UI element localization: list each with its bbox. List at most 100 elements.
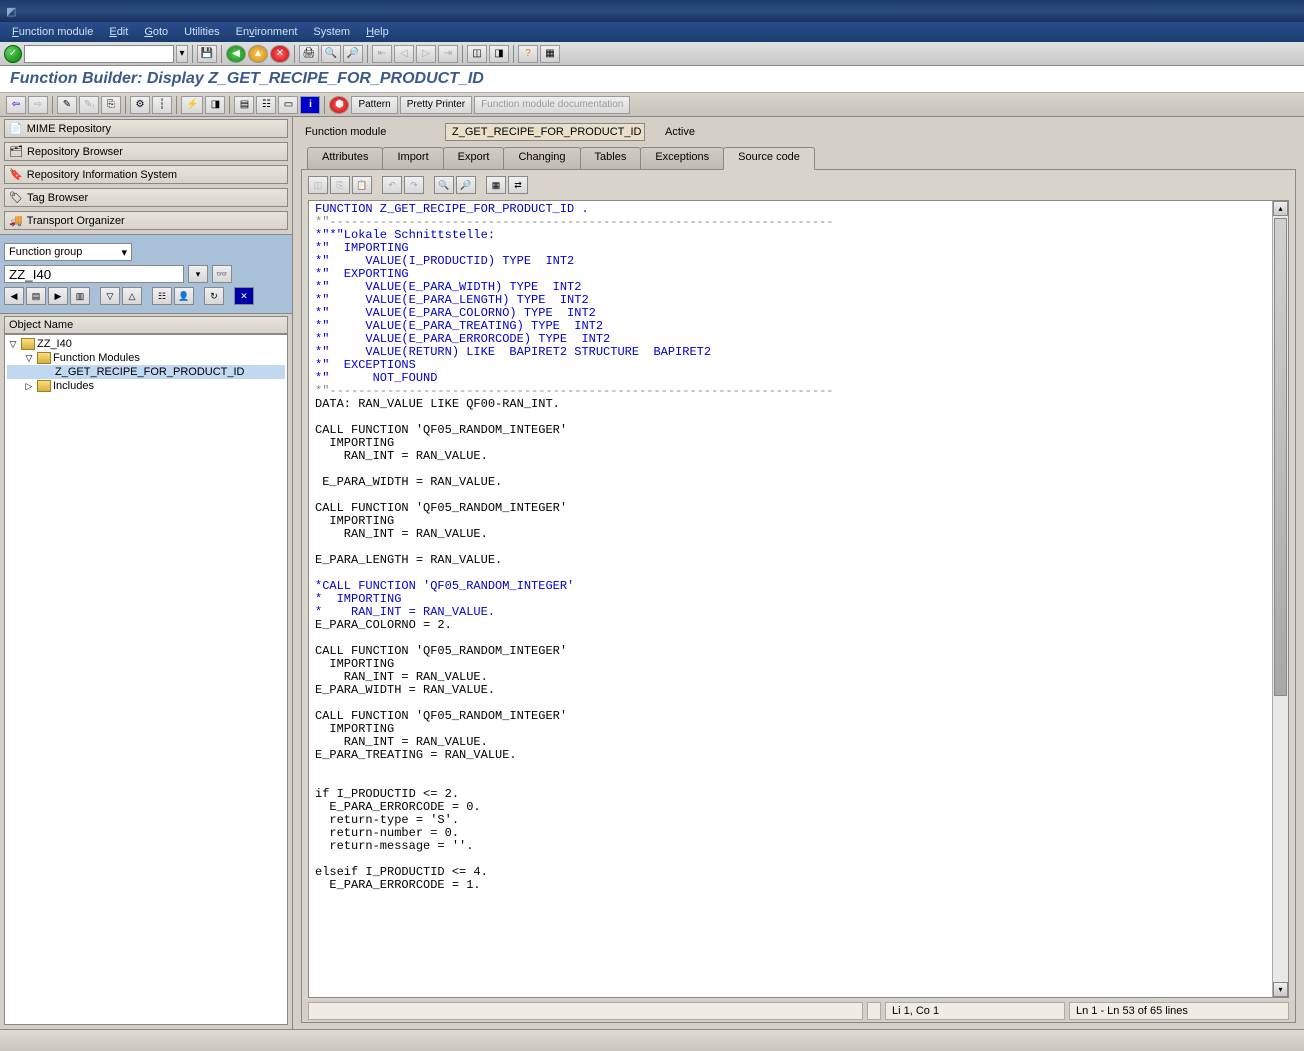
- hierarchy-button[interactable]: ☷: [256, 96, 276, 114]
- print-button[interactable]: 🖨: [299, 45, 319, 63]
- inactive-active-toggle[interactable]: ✎ᵢ: [79, 96, 99, 114]
- command-field[interactable]: [24, 45, 174, 63]
- favorites-up-button[interactable]: △: [122, 287, 142, 305]
- menu-system[interactable]: System: [313, 26, 350, 38]
- menu-environment[interactable]: Environment: [236, 26, 298, 38]
- tab-changing[interactable]: Changing: [503, 147, 580, 169]
- code-toolbar: ◫ ⎘ 📋 ↶ ↷ 🔍 🔎 ▦ ⇄: [302, 170, 1295, 200]
- help-button[interactable]: ?: [518, 45, 538, 63]
- code-replace-button[interactable]: 🔎: [456, 176, 476, 194]
- folder-open-icon: [37, 352, 51, 364]
- code-btn3[interactable]: 📋: [352, 176, 372, 194]
- cursor-position: Li 1, Co 1: [885, 1002, 1065, 1020]
- code-btn5[interactable]: ↷: [404, 176, 424, 194]
- scroll-up-button[interactable]: ▴: [1273, 201, 1288, 216]
- scroll-down-button[interactable]: ▾: [1273, 982, 1288, 997]
- prev-page-button[interactable]: ◁: [394, 45, 414, 63]
- tag-browser-panel[interactable]: 🏷Tag Browser: [4, 188, 288, 207]
- breakpoint-button[interactable]: ⬢: [329, 96, 349, 114]
- docu-button[interactable]: Function module documentation: [474, 96, 630, 114]
- exit-button[interactable]: ▲: [248, 45, 268, 63]
- display-button[interactable]: 👓: [212, 265, 232, 283]
- fullscreen-button[interactable]: ▭: [278, 96, 298, 114]
- object-tree[interactable]: ▽ ZZ_I40 ▽ Function Modules Z_GET_RECIPE…: [4, 334, 288, 1025]
- tab-source-code[interactable]: Source code: [723, 147, 815, 170]
- folder-icon: [37, 380, 51, 392]
- code-find-button[interactable]: 🔍: [434, 176, 454, 194]
- document-icon: 📄: [9, 122, 23, 135]
- shortcut-button[interactable]: ◨: [489, 45, 509, 63]
- pretty-printer-button[interactable]: Pretty Printer: [400, 96, 472, 114]
- find-button[interactable]: 🔍: [321, 45, 341, 63]
- vertical-scrollbar[interactable]: ▴ ▾: [1272, 201, 1288, 997]
- fm-label: Function module: [305, 126, 425, 138]
- history-dropdown[interactable]: ▾: [188, 265, 208, 283]
- enter-button[interactable]: ✓: [4, 45, 22, 63]
- tab-exceptions[interactable]: Exceptions: [640, 147, 724, 169]
- nav-next-button[interactable]: ▶: [48, 287, 68, 305]
- nav-forward-button[interactable]: ⇨: [28, 96, 48, 114]
- sap-logo-icon: ◩: [6, 5, 16, 18]
- repository-browser-panel[interactable]: 🗂Repository Browser: [4, 142, 288, 161]
- menu-utilities[interactable]: Utilities: [184, 26, 219, 38]
- info-button[interactable]: i: [300, 96, 320, 114]
- code-btn8[interactable]: ▦: [486, 176, 506, 194]
- object-name-input[interactable]: [4, 265, 184, 283]
- menu-function-module[interactable]: Function module: [12, 26, 93, 38]
- nav-prev-button[interactable]: ◀: [4, 287, 24, 305]
- source-code-editor[interactable]: FUNCTION Z_GET_RECIPE_FOR_PRODUCT_ID .*"…: [309, 201, 1272, 997]
- refresh-button[interactable]: ↻: [204, 287, 224, 305]
- save-button[interactable]: 💾: [197, 45, 217, 63]
- object-type-dropdown[interactable]: Function group▾: [4, 243, 132, 261]
- code-btn9[interactable]: ⇄: [508, 176, 528, 194]
- activate-button[interactable]: ┆: [152, 96, 172, 114]
- next-page-button[interactable]: ▷: [416, 45, 436, 63]
- nav-list2-button[interactable]: ▥: [70, 287, 90, 305]
- layout-button[interactable]: ▦: [540, 45, 560, 63]
- tab-import[interactable]: Import: [382, 147, 443, 169]
- tag-icon: 🏷: [9, 191, 23, 204]
- tab-attributes[interactable]: Attributes: [307, 147, 383, 169]
- menu-goto[interactable]: Goto: [144, 26, 168, 38]
- tree-root[interactable]: ▽ ZZ_I40: [7, 337, 285, 351]
- code-btn4[interactable]: ↶: [382, 176, 402, 194]
- new-session-button[interactable]: ◫: [467, 45, 487, 63]
- mime-repository-panel[interactable]: 📄MIME Repository: [4, 119, 288, 138]
- scroll-thumb[interactable]: [1274, 218, 1287, 696]
- other-object-button[interactable]: ⎘: [101, 96, 121, 114]
- transport-organizer-panel[interactable]: 🚚Transport Organizer: [4, 211, 288, 230]
- display-edit-toggle[interactable]: ✎: [57, 96, 77, 114]
- check-button[interactable]: ⚙: [130, 96, 150, 114]
- last-page-button[interactable]: ⇥: [438, 45, 458, 63]
- find-next-button[interactable]: 🔎: [343, 45, 363, 63]
- where-used-button[interactable]: ◨: [205, 96, 225, 114]
- menu-help[interactable]: Help: [366, 26, 389, 38]
- tree-includes[interactable]: ▷ Includes: [7, 379, 285, 393]
- tab-export[interactable]: Export: [443, 147, 505, 169]
- test-button[interactable]: ⚡: [181, 96, 203, 114]
- menu-edit[interactable]: Edit: [109, 26, 128, 38]
- object-list-button[interactable]: ▤: [234, 96, 254, 114]
- pattern-button[interactable]: Pattern: [351, 96, 397, 114]
- line-range: Ln 1 - Ln 53 of 65 lines: [1069, 1002, 1289, 1020]
- chevron-down-icon: ▾: [121, 246, 127, 259]
- close-button[interactable]: ✕: [234, 287, 254, 305]
- nav-list-button[interactable]: ▤: [26, 287, 46, 305]
- tree-function-modules[interactable]: ▽ Function Modules: [7, 351, 285, 365]
- code-btn2[interactable]: ⎘: [330, 176, 350, 194]
- first-page-button[interactable]: ⇤: [372, 45, 392, 63]
- tree-fm-item[interactable]: Z_GET_RECIPE_FOR_PRODUCT_ID: [7, 365, 285, 379]
- tree-header: Object Name: [4, 316, 288, 334]
- source-code-panel: ◫ ⎘ 📋 ↶ ↷ 🔍 🔎 ▦ ⇄ FUNCTION Z_GET_RECIPE_…: [301, 169, 1296, 1023]
- worklist-button[interactable]: ☷: [152, 287, 172, 305]
- back-button[interactable]: ◀: [226, 45, 246, 63]
- code-btn1[interactable]: ◫: [308, 176, 328, 194]
- cancel-button[interactable]: ✕: [270, 45, 290, 63]
- repository-info-panel[interactable]: 🔖Repository Information System: [4, 165, 288, 184]
- fm-name-field: Z_GET_RECIPE_FOR_PRODUCT_ID: [445, 123, 645, 141]
- user-button[interactable]: 👤: [174, 287, 194, 305]
- nav-back-button[interactable]: ⇦: [6, 96, 26, 114]
- tab-tables[interactable]: Tables: [580, 147, 642, 169]
- favorites-down-button[interactable]: ▽: [100, 287, 120, 305]
- command-dropdown[interactable]: ▾: [176, 45, 188, 63]
